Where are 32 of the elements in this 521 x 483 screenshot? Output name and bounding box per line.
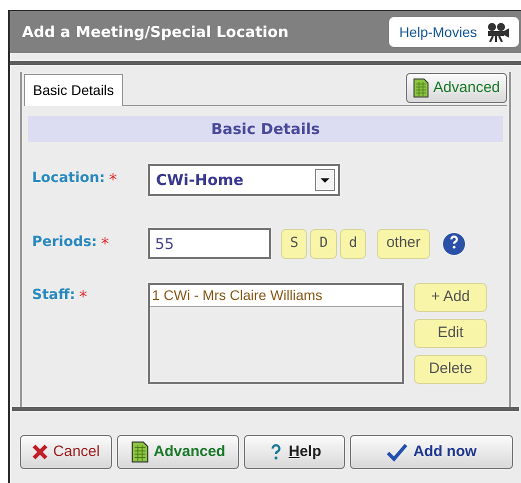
add-button[interactable]: Add now — [350, 435, 513, 469]
spreadsheet-icon — [413, 78, 430, 98]
staff-list-item[interactable]: 1 CWi - Mrs Claire Williams — [150, 285, 402, 307]
shortcut-button[interactable]: other — [377, 228, 430, 258]
shortcut-button[interactable]: D — [310, 228, 337, 258]
periods-field[interactable]: 55 — [148, 228, 271, 259]
tab[interactable]: Basic Details — [24, 74, 123, 106]
field-label: Staff: — [32, 286, 76, 305]
shortcut-button[interactable]: S — [281, 228, 308, 258]
staff-button[interactable]: + Add — [414, 283, 487, 312]
window-title: Add a Meeting/Special Location — [22, 22, 289, 43]
advanced-button[interactable]: Advanced — [117, 435, 239, 469]
cancel-button[interactable]: Cancel — [20, 435, 112, 469]
help-button[interactable]: Help — [244, 435, 345, 469]
required-asterisk: * — [101, 232, 110, 254]
checkmark-icon — [386, 442, 408, 462]
spreadsheet-icon — [130, 441, 149, 463]
location-dropdown[interactable]: CWi-Home — [148, 164, 340, 196]
required-asterisk: * — [79, 286, 88, 308]
staff-button[interactable]: Edit — [414, 319, 487, 348]
field-label: Location: — [32, 169, 105, 188]
help-icon[interactable] — [442, 232, 466, 256]
help-movies-button[interactable]: Help-Movies — [389, 17, 519, 47]
shortcut-button[interactable]: d — [340, 228, 366, 258]
staff-button[interactable]: Delete — [414, 355, 487, 384]
advanced-button[interactable]: Advanced — [406, 73, 507, 103]
required-asterisk: * — [108, 169, 117, 191]
section-header: Basic Details — [28, 116, 503, 142]
staff-list[interactable]: 1 CWi - Mrs Claire Williams — [148, 283, 404, 384]
movie-camera-icon — [485, 22, 509, 42]
close-icon — [32, 444, 48, 460]
field-label: Periods: — [32, 232, 98, 252]
